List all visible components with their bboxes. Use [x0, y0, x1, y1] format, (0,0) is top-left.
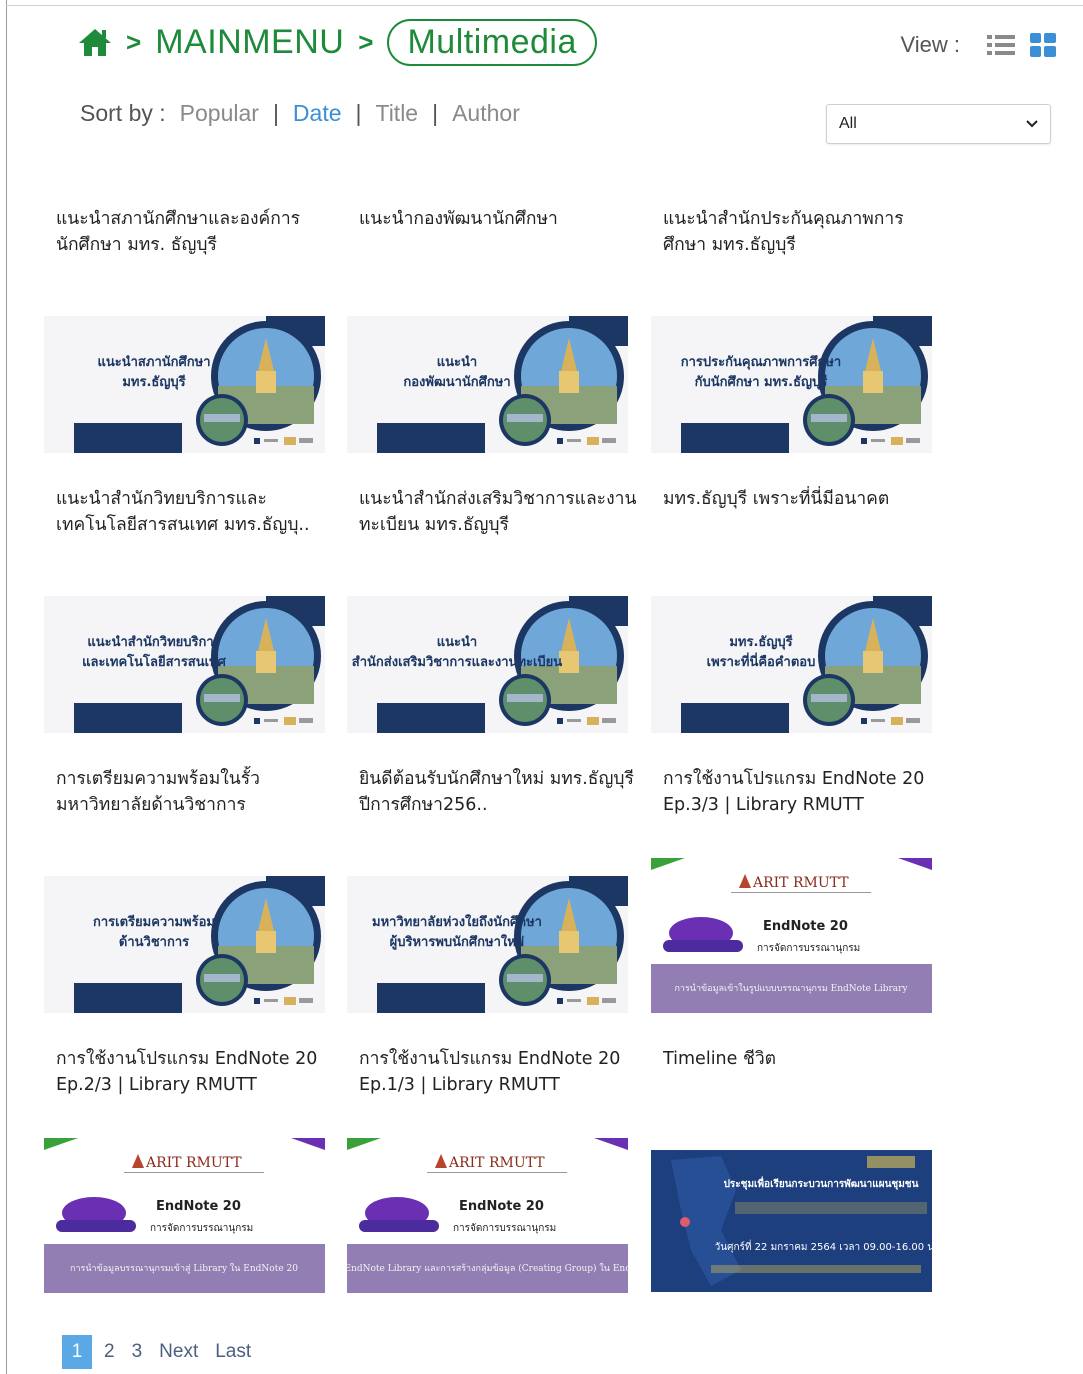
- media-card-thumbnail[interactable]: มหาวิทยาลัยห่วงใยถึงนักศึกษา ผู้บริหารพบ…: [347, 876, 628, 1013]
- pagination: 1 2 3 Next Last: [62, 1335, 268, 1369]
- sort-option-author[interactable]: Author: [452, 100, 520, 127]
- thumbnail-topic: การจัดการบรรณานุกรม: [150, 1223, 253, 1234]
- thumbnail-headline: แนะนำสำนักวิทยบริการ: [87, 634, 220, 650]
- thumbnail-subline: และเทคโนโลยีสารสนเทศ: [82, 653, 227, 670]
- media-card-title[interactable]: การใช้งานโปรแกรม EndNote 20 Ep.3/3 | Lib…: [663, 766, 943, 818]
- sort-separator: |: [432, 100, 439, 126]
- media-card-title[interactable]: แนะนำสำนักวิทยบริการและเทคโนโลยีสารสนเทศ…: [56, 486, 336, 538]
- last-page-link[interactable]: Last: [215, 1341, 251, 1363]
- media-card-thumbnail[interactable]: มทร.ธัญบุรี เพราะที่นี่คือคำตอบ: [651, 596, 932, 733]
- thumbnail-product: EndNote 20: [459, 1199, 544, 1214]
- thumbnail-headline: มทร.ธัญบุรี: [729, 634, 792, 650]
- thumbnail-headline: แนะนำ: [437, 634, 477, 650]
- sort-separator: |: [355, 100, 362, 126]
- media-card-thumbnail[interactable]: แนะนำ กองพัฒนานักศึกษา: [347, 316, 628, 453]
- media-card-title[interactable]: แนะนำสภานักศึกษาและองค์การนักศึกษา มทร. …: [56, 206, 336, 258]
- home-icon[interactable]: [78, 27, 112, 57]
- thumbnail-headline: การเตรียมความพร้อม: [93, 914, 215, 930]
- sort-option-date[interactable]: Date: [293, 100, 342, 127]
- sort-option-popular[interactable]: Popular: [180, 100, 259, 127]
- thumbnail-subline: มทร.ธัญบุรี: [122, 374, 185, 390]
- thumbnail-subline: สำนักส่งเสริมวิชาการและงานทะเบียน: [352, 654, 563, 670]
- media-card-title[interactable]: แนะนำสำนักประกันคุณภาพการศึกษา มทร.ธัญบุ…: [663, 206, 943, 258]
- thumbnail-topic: การจัดการบรรณานุกรม: [453, 1223, 556, 1234]
- thumbnail-caption: การสร้าง EndNote Library และการสร้างกลุ่…: [347, 1263, 628, 1274]
- media-card-thumbnail[interactable]: แนะนำ สำนักส่งเสริมวิชาการและงานทะเบียน: [347, 596, 628, 733]
- media-card-title[interactable]: Timeline ชีวิต: [663, 1046, 943, 1072]
- page-top-border: [6, 5, 1083, 6]
- breadcrumb-separator: >: [126, 26, 142, 57]
- media-card-thumbnail[interactable]: การประกันคุณภาพการศึกษา กับนักศึกษา มทร.…: [651, 316, 932, 453]
- thumbnail-brand: ARIT RMUTT: [448, 1155, 545, 1171]
- media-card-thumbnail[interactable]: ARIT RMUTT EndNote 20 การจัดการบรรณานุกร…: [651, 858, 932, 1013]
- list-view-icon[interactable]: [986, 30, 1016, 60]
- thumbnail-subline: ด้านวิชาการ: [119, 934, 189, 950]
- sort-label: Sort by :: [80, 100, 166, 126]
- thumbnail-headline: แนะนำ: [437, 354, 477, 370]
- thumbnail-caption: การนำข้อมูลเข้าในรูปแบบบรรณานุกรม EndNot…: [674, 983, 908, 994]
- page-3-link[interactable]: 3: [132, 1341, 143, 1363]
- page-1-link[interactable]: 1: [62, 1335, 92, 1369]
- thumbnail-headline: ประชุมเพื่อเรียนกระบวนการพัฒนาแผนชุมชน: [724, 1176, 919, 1190]
- media-card-thumbnail[interactable]: ประชุมเพื่อเรียนกระบวนการพัฒนาแผนชุมชน ว…: [651, 1150, 932, 1292]
- thumbnail-headline: แนะนำสภานักศึกษา: [98, 354, 211, 370]
- media-card-title[interactable]: แนะนำกองพัฒนานักศึกษา: [359, 206, 639, 232]
- view-toggle: View :: [900, 30, 1058, 60]
- sort-bar: Sort by : Popular | Date | Title | Autho…: [80, 100, 520, 127]
- sort-option-title[interactable]: Title: [376, 100, 419, 127]
- chevron-down-icon: [1026, 115, 1038, 133]
- media-card-title[interactable]: การเตรียมความพร้อมในรั้วมหาวิทยาลัยด้านว…: [56, 766, 336, 818]
- media-card-thumbnail[interactable]: แนะนำสำนักวิทยบริการ และเทคโนโลยีสารสนเท…: [44, 596, 325, 733]
- thumbnail-subline: กองพัฒนานักศึกษา: [403, 374, 510, 390]
- media-card-thumbnail[interactable]: แนะนำสภานักศึกษา มทร.ธัญบุรี: [44, 316, 325, 453]
- breadcrumb: > MAINMENU > Multimedia: [78, 14, 597, 70]
- next-page-link[interactable]: Next: [159, 1341, 198, 1363]
- category-filter-value: All: [839, 115, 857, 132]
- media-card-thumbnail[interactable]: การเตรียมความพร้อม ด้านวิชาการ: [44, 876, 325, 1013]
- media-card-title[interactable]: การใช้งานโปรแกรม EndNote 20 Ep.1/3 | Lib…: [359, 1046, 639, 1098]
- media-card-title[interactable]: ยินดีต้อนรับนักศึกษาใหม่ มทร.ธัญบุรี ปีก…: [359, 766, 639, 818]
- category-filter-select[interactable]: All: [826, 104, 1051, 144]
- media-card-title[interactable]: แนะนำสำนักส่งเสริมวิชาการและงานทะเบียน ม…: [359, 486, 639, 538]
- breadcrumb-separator: >: [358, 26, 374, 57]
- thumbnail-product: EndNote 20: [156, 1199, 241, 1214]
- breadcrumb-mainmenu-link[interactable]: MAINMENU: [155, 23, 344, 62]
- thumbnail-topic: การจัดการบรรณานุกรม: [757, 943, 860, 954]
- thumbnail-subline: เพราะที่นี่คือคำตอบ: [707, 652, 816, 670]
- thumbnail-product: EndNote 20: [763, 919, 848, 934]
- thumbnail-brand: ARIT RMUTT: [145, 1155, 242, 1171]
- media-card-thumbnail[interactable]: ARIT RMUTT EndNote 20 การจัดการบรรณานุกร…: [44, 1138, 325, 1293]
- sort-separator: |: [272, 100, 279, 126]
- thumbnail-brand: ARIT RMUTT: [752, 875, 849, 891]
- view-label: View :: [900, 32, 960, 57]
- media-card-title[interactable]: การใช้งานโปรแกรม EndNote 20 Ep.2/3 | Lib…: [56, 1046, 336, 1098]
- media-card-title[interactable]: มทร.ธัญบุรี เพราะที่นี่มีอนาคต: [663, 486, 943, 512]
- thumbnail-headline: มหาวิทยาลัยห่วงใยถึงนักศึกษา: [372, 913, 542, 930]
- page-2-link[interactable]: 2: [104, 1341, 115, 1363]
- thumbnail-subline: กับนักศึกษา มทร.ธัญบุรี: [695, 374, 828, 390]
- thumbnail-caption: การนำข้อมูลบรรณานุกรมเข้าสู่ Library ใน …: [70, 1263, 298, 1274]
- media-card-thumbnail[interactable]: ARIT RMUTT EndNote 20 การจัดการบรรณานุกร…: [347, 1138, 628, 1293]
- grid-view-icon[interactable]: [1028, 30, 1058, 60]
- thumbnail-subline: ผู้บริหารพบนักศึกษาใหม่: [390, 933, 525, 950]
- thumbnail-headline: การประกันคุณภาพการศึกษา: [681, 354, 841, 370]
- breadcrumb-current-multimedia: Multimedia: [387, 18, 597, 66]
- page-left-border: [6, 0, 7, 1374]
- thumbnail-subline: วันศุกร์ที่ 22 มกราคม 2564 เวลา 09.00-16…: [715, 1239, 932, 1253]
